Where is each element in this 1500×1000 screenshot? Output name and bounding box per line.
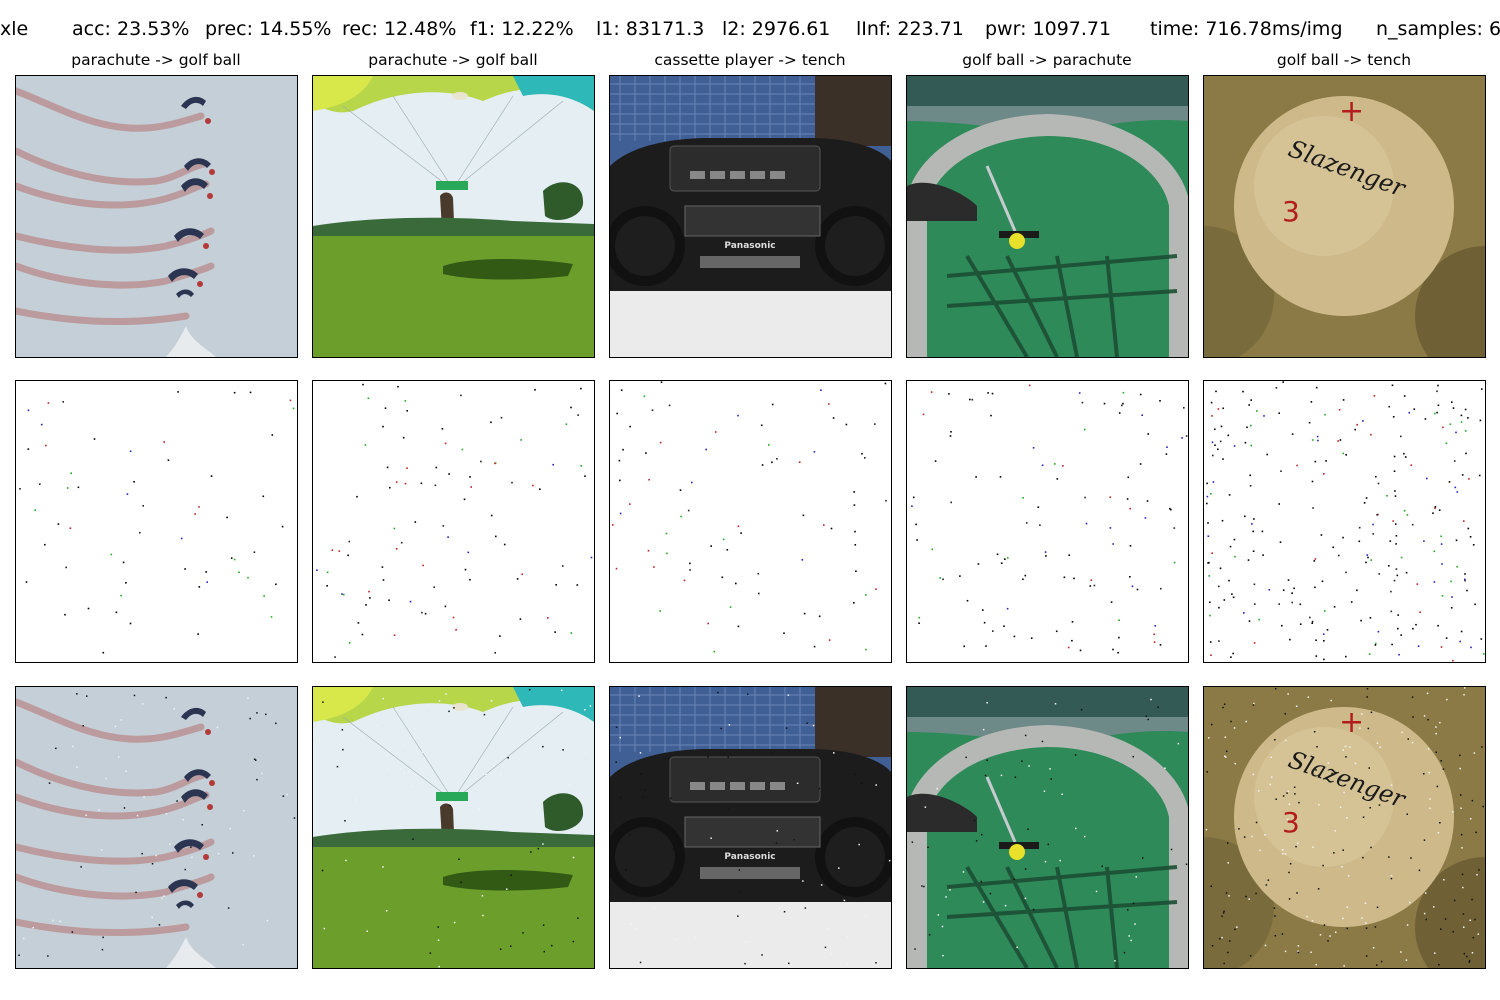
power-metric: pwr: 1097.71 <box>985 18 1112 40</box>
precision-metric: prec: 14.55% <box>205 18 332 40</box>
svg-text:+: + <box>1339 705 1364 740</box>
adversarial-image-golfball: Slazenger + 3 <box>1203 686 1486 969</box>
linf-metric: lInf: 223.71 <box>856 18 964 40</box>
column-title-4: golf ball -> parachute <box>962 51 1132 69</box>
perturbation-map-3 <box>609 380 892 663</box>
recall-metric: rec: 12.48% <box>342 18 457 40</box>
n-samples-metric: n_samples: 6 <box>1376 18 1500 40</box>
adversarial-image-boombox: Panasonic <box>609 686 892 969</box>
perturbation-map-5 <box>1203 380 1486 663</box>
perturbation-map-2 <box>312 380 595 663</box>
svg-text:+: + <box>1339 94 1364 129</box>
l2-metric: l2: 2976.61 <box>722 18 831 40</box>
svg-text:3: 3 <box>1282 806 1300 839</box>
column-title-1: parachute -> golf ball <box>71 51 241 69</box>
metrics-header: xle acc: 23.53% prec: 14.55% rec: 12.48%… <box>0 16 1500 42</box>
adversarial-image-minigolf <box>906 686 1189 969</box>
original-image-skydivers <box>15 75 298 358</box>
original-image-golfball: Slazenger + 3 <box>1203 75 1486 358</box>
svg-text:Panasonic: Panasonic <box>724 241 775 251</box>
column-title-2: parachute -> golf ball <box>368 51 538 69</box>
l1-metric: l1: 83171.3 <box>596 18 705 40</box>
perturbation-map-4 <box>906 380 1189 663</box>
column-title-5: golf ball -> tench <box>1276 51 1412 69</box>
original-image-parachutist <box>312 75 595 358</box>
f1-metric: f1: 12.22% <box>470 18 574 40</box>
accuracy-metric: acc: 23.53% <box>72 18 190 40</box>
svg-text:3: 3 <box>1282 195 1300 228</box>
original-image-minigolf <box>906 75 1189 358</box>
method-name: xle <box>0 18 29 40</box>
column-title-3: cassette player -> tench <box>654 51 846 69</box>
original-image-boombox: Panasonic <box>609 75 892 358</box>
svg-text:Panasonic: Panasonic <box>724 852 775 862</box>
adversarial-image-parachutist <box>312 686 595 969</box>
perturbation-map-1 <box>15 380 298 663</box>
time-metric: time: 716.78ms/img <box>1150 18 1343 40</box>
adversarial-image-skydivers <box>15 686 298 969</box>
